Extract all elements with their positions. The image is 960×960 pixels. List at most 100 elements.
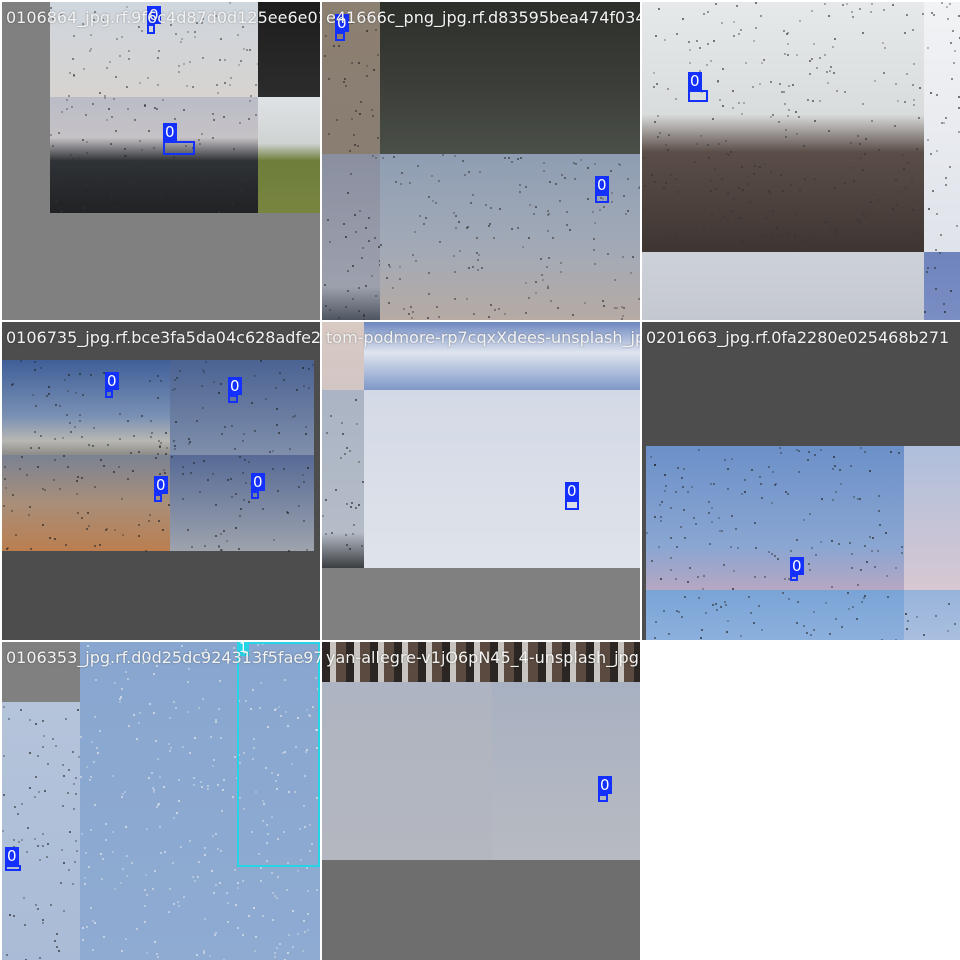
- noise-speck: [355, 399, 357, 401]
- noise-speck: [144, 889, 146, 891]
- noise-speck: [707, 144, 709, 146]
- noise-speck: [40, 435, 42, 437]
- noise-speck: [423, 223, 425, 225]
- noise-speck: [643, 209, 645, 211]
- noise-speck: [155, 740, 157, 742]
- noise-speck: [852, 16, 854, 18]
- noise-speck: [895, 567, 897, 569]
- noise-speck: [107, 444, 109, 446]
- noise-speck: [210, 736, 212, 738]
- noise-speck: [346, 544, 348, 546]
- noise-speck: [467, 226, 469, 228]
- noise-speck: [122, 868, 124, 870]
- noise-speck: [235, 904, 237, 906]
- noise-speck: [99, 730, 101, 732]
- noise-speck: [746, 175, 748, 177]
- noise-speck: [840, 483, 842, 485]
- noise-speck: [189, 840, 191, 842]
- noise-speck: [682, 18, 684, 20]
- noise-speck: [736, 5, 738, 7]
- noise-speck: [220, 533, 222, 535]
- noise-speck: [79, 373, 81, 375]
- noise-speck: [139, 140, 141, 142]
- noise-speck: [157, 397, 159, 399]
- noise-speck: [149, 380, 151, 382]
- noise-speck: [785, 136, 787, 138]
- noise-speck: [488, 225, 490, 227]
- noise-speck: [212, 835, 214, 837]
- noise-speck: [91, 167, 93, 169]
- noise-speck: [119, 701, 121, 703]
- noise-speck: [870, 201, 872, 203]
- noise-speck: [519, 184, 521, 186]
- noise-speck: [199, 491, 201, 493]
- noise-speck: [825, 221, 827, 223]
- noise-speck: [223, 779, 225, 781]
- noise-speck: [55, 404, 57, 406]
- noise-speck: [230, 77, 232, 79]
- noise-speck: [276, 947, 278, 949]
- noise-speck: [94, 716, 96, 718]
- noise-speck: [814, 454, 816, 456]
- image-grid: 0 0 0106864_jpg.rf.9f6c4d87d0d125ee6e01582…: [0, 0, 960, 960]
- noise-speck: [361, 257, 363, 259]
- noise-speck: [81, 477, 83, 479]
- noise-speck: [126, 855, 128, 857]
- noise-speck: [94, 486, 96, 488]
- noise-speck: [189, 61, 191, 63]
- noise-speck: [249, 49, 251, 51]
- noise-speck: [670, 557, 672, 559]
- noise-speck: [733, 21, 735, 23]
- noise-speck: [795, 247, 797, 249]
- filename-label: 0106353_jpg.rf.d0d25dc924313f5fae97ad05: [6, 648, 320, 667]
- noise-speck: [388, 264, 390, 266]
- noise-speck: [160, 380, 162, 382]
- noise-speck: [136, 928, 138, 930]
- noise-speck: [141, 149, 143, 151]
- noise-speck: [114, 888, 116, 890]
- noise-speck: [832, 468, 834, 470]
- noise-speck: [737, 547, 739, 549]
- noise-speck: [343, 81, 345, 83]
- noise-speck: [784, 53, 786, 55]
- noise-speck: [831, 540, 833, 542]
- noise-speck: [194, 36, 196, 38]
- noise-speck: [279, 372, 281, 374]
- noise-speck: [153, 712, 155, 714]
- noise-speck: [67, 792, 69, 794]
- noise-speck: [217, 784, 219, 786]
- noise-speck: [173, 440, 175, 442]
- noise-speck: [328, 78, 330, 80]
- noise-speck: [688, 41, 690, 43]
- noise-speck: [274, 956, 276, 958]
- noise-speck: [207, 785, 209, 787]
- noise-speck: [146, 828, 148, 830]
- noise-speck: [935, 288, 937, 290]
- noise-speck: [194, 880, 196, 882]
- noise-speck: [239, 122, 241, 124]
- noise-speck: [772, 471, 774, 473]
- noise-speck: [721, 178, 723, 180]
- noise-speck: [372, 115, 374, 117]
- noise-speck: [218, 708, 220, 710]
- noise-speck: [220, 164, 222, 166]
- noise-speck: [724, 601, 726, 603]
- noise-speck: [740, 29, 742, 31]
- noise-speck: [374, 237, 376, 239]
- noise-speck: [493, 237, 495, 239]
- noise-speck: [61, 177, 63, 179]
- noise-speck: [708, 157, 710, 159]
- noise-speck: [765, 217, 767, 219]
- noise-speck: [850, 167, 852, 169]
- noise-speck: [540, 258, 542, 260]
- mosaic-tile: 010106353_jpg.rf.d0d25dc924313f5fae97ad0…: [2, 642, 320, 960]
- noise-speck: [327, 219, 329, 221]
- noise-speck: [593, 249, 595, 251]
- noise-speck: [886, 575, 888, 577]
- noise-speck: [63, 862, 65, 864]
- class-label: 0: [228, 377, 242, 395]
- noise-speck: [770, 116, 772, 118]
- noise-speck: [241, 190, 243, 192]
- noise-speck: [838, 543, 840, 545]
- noise-speck: [792, 84, 794, 86]
